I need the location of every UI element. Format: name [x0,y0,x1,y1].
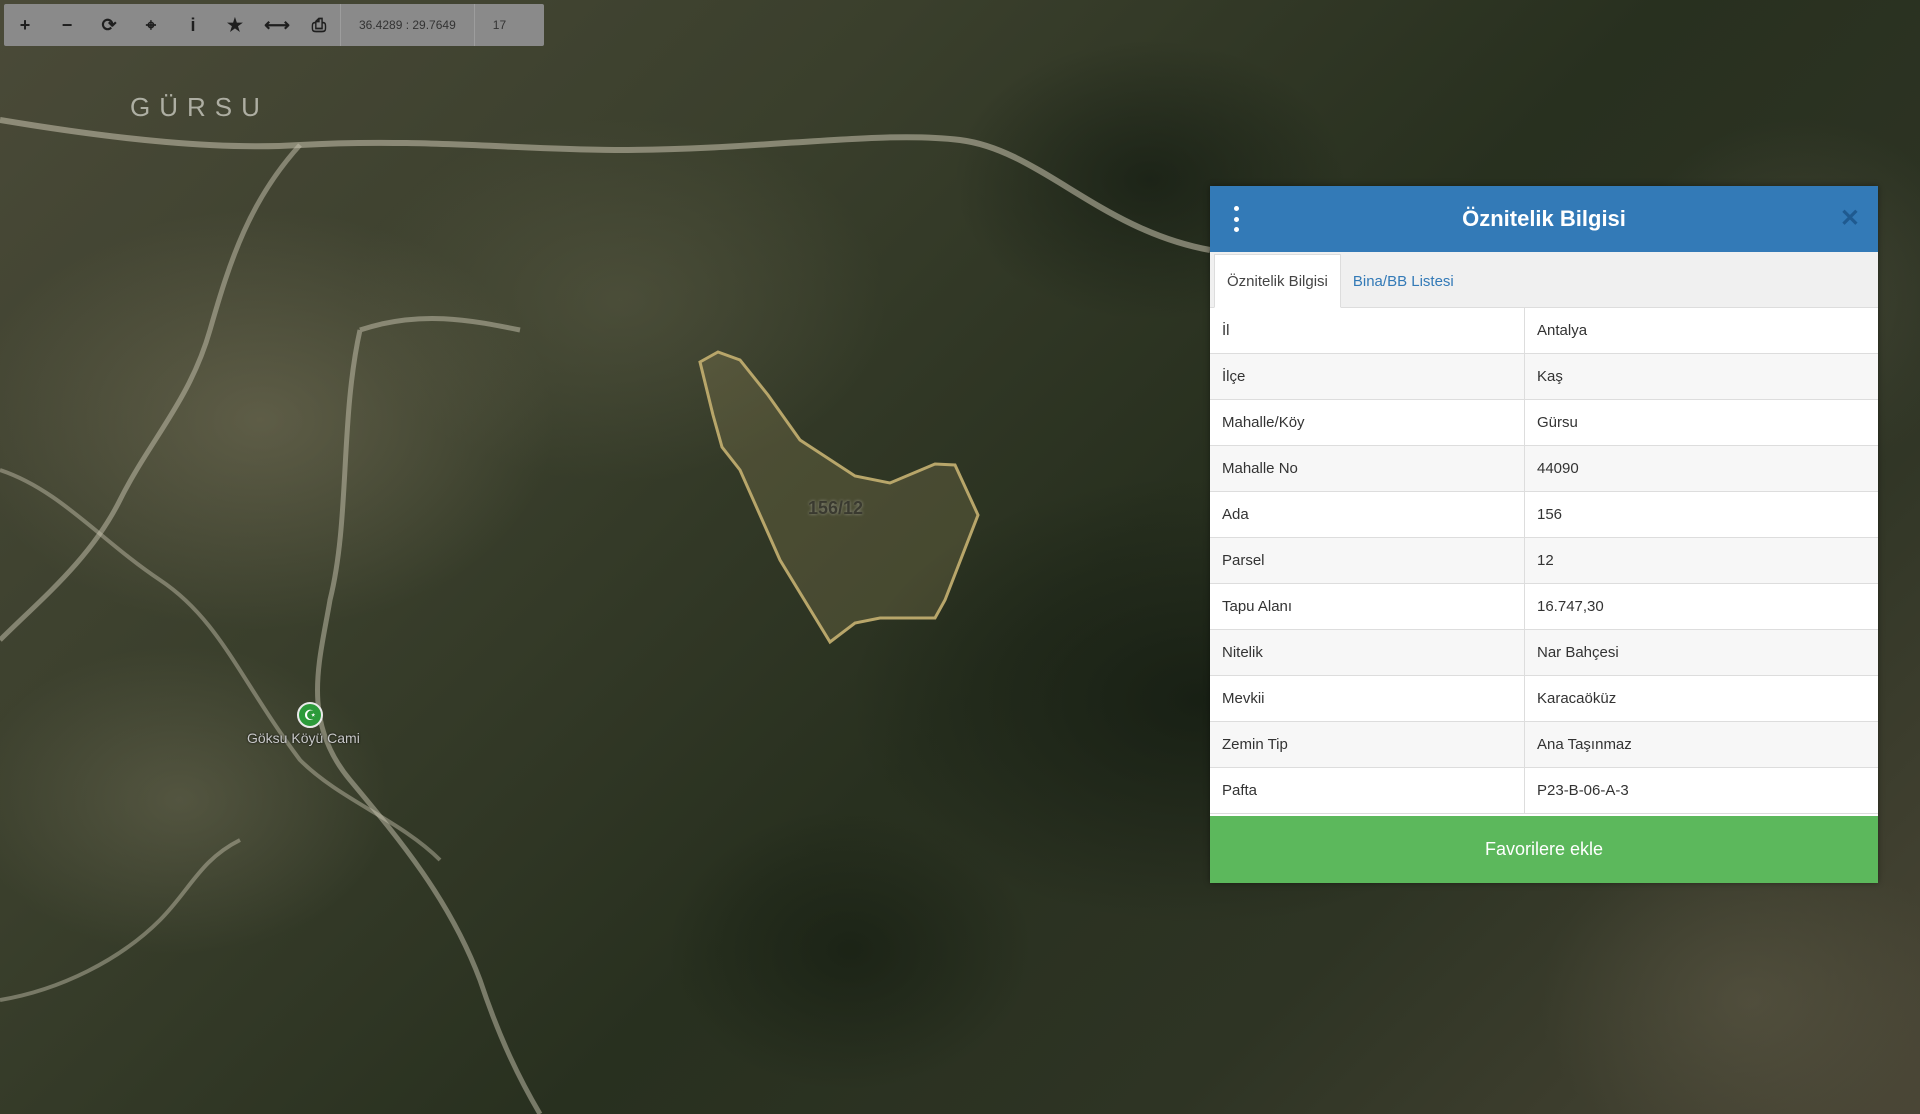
measure-icon: ⟷ [264,14,290,35]
road [0,143,302,642]
road [0,117,1211,253]
crosshair-icon: ⌖ [145,14,157,35]
table-row: Mevkii Karacaöküz [1210,675,1878,722]
parcel-label: 156/12 [808,498,864,518]
parcel-polygon[interactable] [698,350,980,645]
attribute-key: Mahalle/Köy [1210,399,1525,446]
attribute-key: Pafta [1210,767,1525,814]
attribute-value: Karacaöküz [1524,675,1878,722]
info-button[interactable]: i [172,4,214,46]
close-icon[interactable]: ✕ [1840,204,1860,233]
minus-icon: − [61,14,73,35]
add-favorite-button[interactable]: Favorilere ekle [1210,816,1878,883]
table-row: Mahalle/Köy Gürsu [1210,399,1878,446]
attribute-value: Ana Taşınmaz [1524,721,1878,768]
table-row: Nitelik Nar Bahçesi [1210,629,1878,676]
zoom-out-button[interactable]: − [46,4,88,46]
table-row: İl Antalya [1210,308,1878,354]
attribute-key: Mahalle No [1210,445,1525,492]
road [0,468,442,862]
zoom-in-button[interactable]: + [4,4,46,46]
measure-button[interactable]: ⟷ [256,4,298,46]
refresh-button[interactable]: ⟳ [88,4,130,46]
panel-title: Öznitelik Bilgisi [1462,206,1626,231]
place-label: GÜRSU [130,92,269,122]
attribute-panel: Öznitelik Bilgisi ✕ Öznitelik Bilgisi Bi… [1210,186,1878,883]
attribute-value: Antalya [1524,308,1878,354]
attribute-key: Ada [1210,491,1525,538]
attribute-key: Mevkii [1210,675,1525,722]
info-icon: i [190,14,196,35]
attribute-key: Tapu Alanı [1210,583,1525,630]
plus-icon: + [19,14,31,35]
attribute-key: Zemin Tip [1210,721,1525,768]
attribute-value: Kaş [1524,353,1878,400]
tab-attributes[interactable]: Öznitelik Bilgisi [1214,254,1341,308]
attribute-value: Nar Bahçesi [1524,629,1878,676]
table-row: Tapu Alanı 16.747,30 [1210,583,1878,630]
attribute-key: İlçe [1210,353,1525,400]
attribute-key: Nitelik [1210,629,1525,676]
poi-label: Göksu Köyü Cami [247,730,360,746]
attribute-value: 16.747,30 [1524,583,1878,630]
table-row: Parsel 12 [1210,537,1878,584]
table-row: İlçe Kaş [1210,353,1878,400]
zoom-level: 17 [473,4,524,46]
attribute-key: İl [1210,308,1525,354]
attribute-value: 156 [1524,491,1878,538]
attribute-key: Parsel [1210,537,1525,584]
road [0,838,241,1002]
menu-icon[interactable] [1230,206,1242,232]
refresh-icon: ⟳ [101,14,117,35]
star-icon: ★ [226,14,244,35]
table-row: Mahalle No 44090 [1210,445,1878,492]
map-toolbar: + − ⟳ ⌖ i ★ ⟷ ⎙ 36.4289 : 29.7649 17 [4,4,544,46]
table-row: Ada 156 [1210,491,1878,538]
attribute-value: P23-B-06-A-3 [1524,767,1878,814]
attribute-value: Gürsu [1524,399,1878,446]
print-icon: ⎙ [311,14,327,35]
mosque-icon[interactable]: ☪ [297,702,323,728]
print-button[interactable]: ⎙ [298,4,340,46]
locate-button[interactable]: ⌖ [130,4,172,46]
panel-header: Öznitelik Bilgisi ✕ [1210,186,1878,252]
table-row: Pafta P23-B-06-A-3 [1210,767,1878,814]
poi-marker[interactable]: ☪ Göksu Köyü Cami [247,702,360,746]
favorite-button[interactable]: ★ [214,4,256,46]
attribute-value: 12 [1524,537,1878,584]
attribute-table: İl Antalya İlçe Kaş Mahalle/Köy Gürsu Mahalle … [1210,308,1878,814]
table-row: Zemin Tip Ana Taşınmaz [1210,721,1878,768]
coordinate-readout: 36.4289 : 29.7649 [340,4,474,46]
attribute-value: 44090 [1524,445,1878,492]
tab-building-list[interactable]: Bina/BB Listesi [1341,255,1466,307]
panel-tabs: Öznitelik Bilgisi Bina/BB Listesi [1210,252,1878,308]
